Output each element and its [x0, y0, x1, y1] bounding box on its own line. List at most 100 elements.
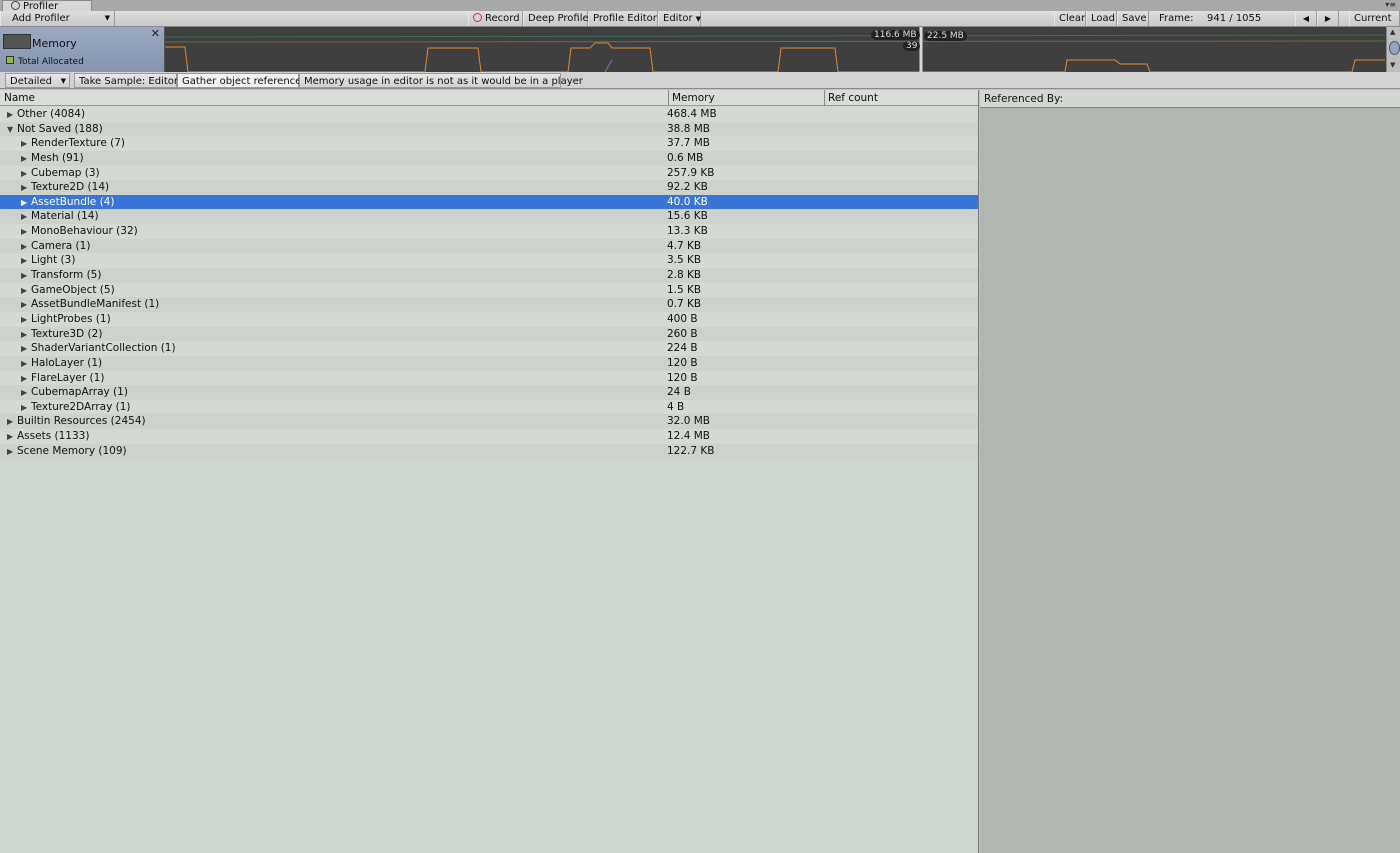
- target-dropdown[interactable]: Editor ▼: [658, 11, 701, 26]
- record-button[interactable]: Record: [468, 11, 523, 26]
- prev-frame-button[interactable]: ◀: [1295, 11, 1317, 26]
- memory-tree-view[interactable]: Name Memory Ref count ▶ Other (4084) 468.4…: [0, 90, 979, 853]
- close-icon[interactable]: ✕: [151, 27, 160, 40]
- deep-profile-button[interactable]: Deep Profile: [523, 11, 589, 26]
- collapsed-triangle-icon[interactable]: ▶: [21, 342, 31, 357]
- collapsed-triangle-icon[interactable]: ▶: [21, 181, 31, 196]
- memory-chip-icon: [3, 34, 31, 49]
- memory-module-label[interactable]: Memory ✕ Total Allocated: [0, 27, 165, 72]
- tree-row[interactable]: ▶ ShaderVariantCollection (1) 224 B: [0, 341, 978, 357]
- collapsed-triangle-icon[interactable]: ▶: [7, 445, 17, 460]
- collapsed-triangle-icon[interactable]: ▶: [21, 298, 31, 313]
- add-profiler-dropdown[interactable]: Add Profiler ▼: [0, 11, 115, 26]
- tree-row-label: Light (3): [31, 254, 76, 267]
- next-frame-button[interactable]: ▶: [1317, 11, 1339, 26]
- tree-row[interactable]: ▶ Cubemap (3) 257.9 KB: [0, 165, 978, 182]
- graph-line-total: [164, 34, 1386, 38]
- tree-row-name: ▶ AssetBundleManifest (1): [21, 297, 159, 313]
- view-mode-dropdown[interactable]: Detailed ▼: [5, 73, 70, 88]
- tree-row[interactable]: ▶ RenderTexture (7) 37.7 MB: [0, 136, 978, 152]
- collapsed-triangle-icon[interactable]: ▶: [7, 430, 17, 445]
- clear-button[interactable]: Clear: [1054, 11, 1086, 26]
- tab-profiler[interactable]: Profiler: [2, 0, 92, 12]
- collapsed-triangle-icon[interactable]: ▶: [21, 137, 31, 152]
- tree-row[interactable]: ▶ LightProbes (1) 400 B: [0, 311, 978, 328]
- referenced-by-panel[interactable]: Referenced By:: [980, 90, 1400, 853]
- collapsed-triangle-icon[interactable]: ▶: [21, 254, 31, 269]
- collapsed-triangle-icon[interactable]: ▶: [21, 401, 31, 416]
- tree-row-name: ▶ RenderTexture (7): [21, 136, 125, 152]
- scroll-thumb[interactable]: [1389, 41, 1400, 55]
- legend-total-allocated[interactable]: Total Allocated: [6, 56, 84, 67]
- tree-row-label: Assets (1133): [17, 430, 90, 443]
- collapsed-triangle-icon[interactable]: ▶: [21, 167, 31, 182]
- tree-row[interactable]: ▼ Not Saved (188) 38.8 MB: [0, 121, 978, 138]
- graph-line-frames: [165, 42, 1385, 72]
- expanded-triangle-icon[interactable]: ▼: [7, 123, 17, 138]
- tree-row[interactable]: ▶ Texture3D (2) 260 B: [0, 326, 978, 343]
- graph-scrollbar[interactable]: ▲ ▼: [1386, 27, 1400, 72]
- tree-row[interactable]: ▶ GameObject (5) 1.5 KB: [0, 282, 978, 299]
- tab-strip: [0, 0, 1400, 11]
- scroll-down-icon[interactable]: ▼: [1390, 61, 1395, 69]
- collapsed-triangle-icon[interactable]: ▶: [21, 357, 31, 372]
- window-menu-icon[interactable]: ▾≡: [1385, 0, 1396, 9]
- tree-row-label: FlareLayer (1): [31, 371, 105, 384]
- collapsed-triangle-icon[interactable]: ▶: [21, 196, 31, 211]
- collapsed-triangle-icon[interactable]: ▶: [21, 328, 31, 343]
- tree-row[interactable]: ▶ Other (4084) 468.4 MB: [0, 107, 978, 123]
- tree-row[interactable]: ▶ AssetBundleManifest (1) 0.7 KB: [0, 297, 978, 313]
- current-frame-button[interactable]: Current: [1349, 11, 1400, 26]
- tree-row[interactable]: ▶ FlareLayer (1) 120 B: [0, 370, 978, 387]
- tree-row-name: ▶ Mesh (91): [21, 151, 84, 167]
- tree-row-label: ShaderVariantCollection (1): [31, 342, 176, 355]
- collapsed-triangle-icon[interactable]: ▶: [21, 372, 31, 387]
- tree-row-name: ▶ Builtin Resources (2454): [7, 414, 146, 430]
- tree-row[interactable]: ▶ HaloLayer (1) 120 B: [0, 355, 978, 372]
- tree-row[interactable]: ▶ Camera (1) 4.7 KB: [0, 238, 978, 255]
- gather-object-references-toggle[interactable]: Gather object references: [177, 73, 307, 88]
- column-header-ref-count[interactable]: Ref count: [824, 90, 978, 106]
- collapsed-triangle-icon[interactable]: ▶: [7, 415, 17, 430]
- tree-row[interactable]: ▶ Assets (1133) 12.4 MB: [0, 429, 978, 445]
- tree-row-memory: 40.0 KB: [667, 195, 708, 208]
- editor-memory-warning: Memory usage in editor is not as it woul…: [299, 73, 583, 88]
- tree-row-memory: 12.4 MB: [667, 430, 710, 443]
- profile-editor-button[interactable]: Profile Editor: [588, 11, 658, 26]
- tree-row[interactable]: ▶ Builtin Resources (2454) 32.0 MB: [0, 414, 978, 430]
- tree-row-memory: 15.6 KB: [667, 210, 708, 223]
- tree-row[interactable]: ▶ Texture2D (14) 92.2 KB: [0, 180, 978, 196]
- collapsed-triangle-icon[interactable]: ▶: [21, 284, 31, 299]
- collapsed-triangle-icon[interactable]: ▶: [21, 210, 31, 225]
- tree-row[interactable]: ▶ MonoBehaviour (32) 13.3 KB: [0, 224, 978, 240]
- save-button[interactable]: Save: [1117, 11, 1149, 26]
- tree-row[interactable]: ▶ Light (3) 3.5 KB: [0, 253, 978, 269]
- scroll-up-icon[interactable]: ▲: [1390, 28, 1395, 36]
- column-header-memory[interactable]: Memory: [668, 90, 824, 106]
- take-sample-button[interactable]: Take Sample: Editor: [74, 73, 178, 88]
- tree-row-name: ▶ Light (3): [21, 253, 75, 269]
- collapsed-triangle-icon[interactable]: ▶: [21, 225, 31, 240]
- memory-graph[interactable]: 116.6 MB 39 22.5 MB: [0, 27, 1400, 72]
- collapsed-triangle-icon[interactable]: ▶: [21, 240, 31, 255]
- collapsed-triangle-icon[interactable]: ▶: [7, 108, 17, 123]
- collapsed-triangle-icon[interactable]: ▶: [21, 313, 31, 328]
- tree-row-label: Mesh (91): [31, 151, 84, 164]
- collapsed-triangle-icon[interactable]: ▶: [21, 386, 31, 401]
- tree-row-memory: 0.6 MB: [667, 151, 704, 164]
- chevron-down-icon: ▼: [695, 15, 701, 23]
- column-header-name[interactable]: Name: [0, 90, 668, 106]
- collapsed-triangle-icon[interactable]: ▶: [21, 269, 31, 284]
- tree-row-memory: 32.0 MB: [667, 415, 710, 428]
- tree-row[interactable]: ▶ CubemapArray (1) 24 B: [0, 385, 978, 401]
- tree-row[interactable]: ▶ Material (14) 15.6 KB: [0, 209, 978, 225]
- tree-row-label: Cubemap (3): [31, 166, 100, 179]
- tree-row[interactable]: ▶ Texture2DArray (1) 4 B: [0, 399, 978, 416]
- tree-row[interactable]: ▶ Transform (5) 2.8 KB: [0, 268, 978, 284]
- tree-row[interactable]: ▶ Mesh (91) 0.6 MB: [0, 150, 978, 167]
- tree-row-memory: 3.5 KB: [667, 254, 702, 267]
- load-button[interactable]: Load: [1086, 11, 1117, 26]
- tree-row[interactable]: ▶ Scene Memory (109) 122.7 KB: [0, 443, 978, 460]
- collapsed-triangle-icon[interactable]: ▶: [21, 152, 31, 167]
- tree-row[interactable]: ▶ AssetBundle (4) 40.0 KB: [0, 194, 978, 211]
